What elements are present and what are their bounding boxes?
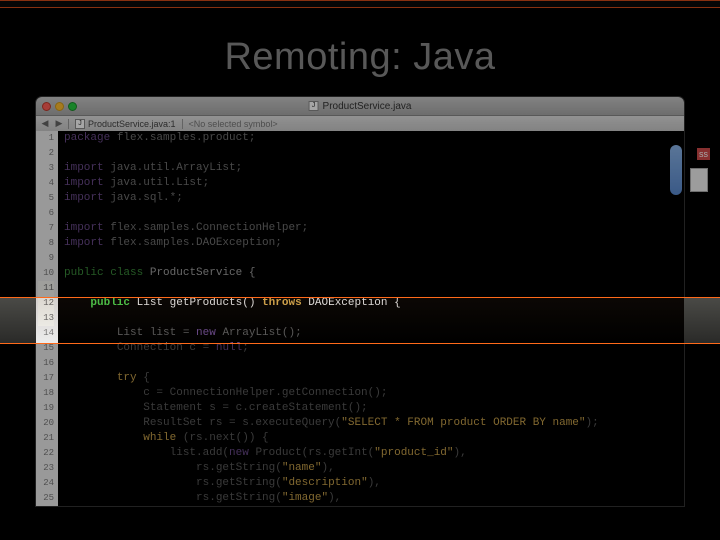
- line-number: 20: [38, 416, 54, 431]
- code-line[interactable]: import java.sql.*;: [64, 191, 684, 206]
- java-file-icon: J: [75, 119, 85, 129]
- code-line[interactable]: [64, 146, 684, 161]
- editor-window: J ProductService.java ◀ ▶ J ProductServi…: [36, 97, 684, 506]
- java-file-icon: J: [309, 101, 319, 111]
- line-number: 3: [38, 161, 54, 176]
- line-number: 16: [38, 356, 54, 371]
- code-area[interactable]: 1234567891011121314151617181920212223242…: [36, 131, 684, 506]
- code-line[interactable]: rs.getString("name"),: [64, 461, 684, 476]
- code-line[interactable]: try {: [64, 371, 684, 386]
- code-line[interactable]: import java.util.List;: [64, 176, 684, 191]
- code-line[interactable]: public List getProducts() throws DAOExce…: [64, 296, 684, 311]
- window-title: J ProductService.java: [309, 101, 412, 112]
- line-number: 8: [38, 236, 54, 251]
- code-line[interactable]: rs.getString("image"),: [64, 491, 684, 506]
- line-number: 15: [38, 341, 54, 356]
- code-line[interactable]: Statement s = c.createStatement();: [64, 401, 684, 416]
- line-number: 11: [38, 281, 54, 296]
- code-line[interactable]: public class ProductService {: [64, 266, 684, 281]
- line-number: 22: [38, 446, 54, 461]
- line-number: 6: [38, 206, 54, 221]
- breadcrumb-file-label: ProductService.java:1: [88, 119, 176, 129]
- code-line[interactable]: Connection c = null;: [64, 341, 684, 356]
- vertical-scrollbar[interactable]: [670, 145, 682, 195]
- line-number: 25: [38, 491, 54, 506]
- window-title-text: ProductService.java: [323, 101, 412, 112]
- line-number: 7: [38, 221, 54, 236]
- line-number: 19: [38, 401, 54, 416]
- line-number: 21: [38, 431, 54, 446]
- code-line[interactable]: c = ConnectionHelper.getConnection();: [64, 386, 684, 401]
- line-number: 14: [38, 326, 54, 341]
- line-number: 2: [38, 146, 54, 161]
- code-line[interactable]: [64, 356, 684, 371]
- line-number: 18: [38, 386, 54, 401]
- code-line[interactable]: import java.util.ArrayList;: [64, 161, 684, 176]
- minimize-icon[interactable]: [55, 102, 64, 111]
- traffic-lights: [42, 102, 77, 111]
- line-number-gutter: 1234567891011121314151617181920212223242…: [36, 131, 58, 506]
- side-panel-stub: [690, 168, 708, 192]
- code-line[interactable]: List list = new ArrayList();: [64, 326, 684, 341]
- line-number: 23: [38, 461, 54, 476]
- code-line[interactable]: list.add(new Product(rs.getInt("product_…: [64, 446, 684, 461]
- code-line[interactable]: while (rs.next()) {: [64, 431, 684, 446]
- zoom-icon[interactable]: [68, 102, 77, 111]
- line-number: 9: [38, 251, 54, 266]
- line-number: 12: [38, 296, 54, 311]
- line-number: 13: [38, 311, 54, 326]
- code-line[interactable]: package flex.samples.product;: [64, 131, 684, 146]
- code-line[interactable]: rs.getString("description"),: [64, 476, 684, 491]
- line-number: 4: [38, 176, 54, 191]
- code-line[interactable]: [64, 281, 684, 296]
- nav-back-icon[interactable]: ◀: [38, 118, 52, 130]
- breadcrumb: ◀ ▶ J ProductService.java:1 <No selected…: [36, 115, 684, 131]
- side-tag: ss: [697, 148, 710, 160]
- code-content[interactable]: package flex.samples.product; import jav…: [58, 131, 684, 506]
- code-line[interactable]: [64, 251, 684, 266]
- line-number: 1: [38, 131, 54, 146]
- code-line[interactable]: ResultSet rs = s.executeQuery("SELECT * …: [64, 416, 684, 431]
- line-number: 10: [38, 266, 54, 281]
- code-line[interactable]: [64, 311, 684, 326]
- line-number: 5: [38, 191, 54, 206]
- breadcrumb-symbol-label: <No selected symbol>: [189, 119, 278, 129]
- line-number: 17: [38, 371, 54, 386]
- slide-title: Remoting: Java: [0, 36, 720, 79]
- slide-accent-bar: [0, 0, 720, 8]
- code-line[interactable]: import flex.samples.DAOException;: [64, 236, 684, 251]
- code-line[interactable]: import flex.samples.ConnectionHelper;: [64, 221, 684, 236]
- breadcrumb-symbol[interactable]: <No selected symbol>: [182, 119, 684, 129]
- breadcrumb-file[interactable]: J ProductService.java:1: [68, 119, 182, 129]
- window-titlebar[interactable]: J ProductService.java: [36, 97, 684, 115]
- code-line[interactable]: [64, 206, 684, 221]
- nav-forward-icon[interactable]: ▶: [52, 118, 66, 130]
- line-number: 24: [38, 476, 54, 491]
- close-icon[interactable]: [42, 102, 51, 111]
